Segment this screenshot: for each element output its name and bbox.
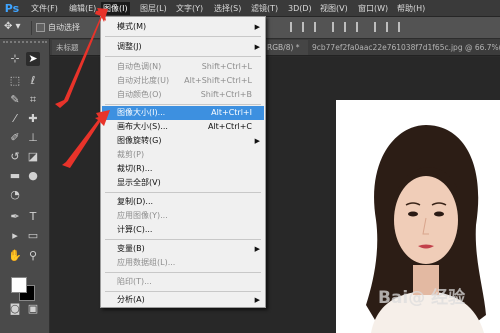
type-tool-icon[interactable]: T [26, 210, 40, 224]
quick-mask-icon[interactable]: ◙ [8, 302, 22, 316]
menu-item-adjustments[interactable]: 调整(J) ▶ [102, 40, 264, 54]
align-center-icon[interactable] [302, 22, 310, 32]
submenu-arrow-icon: ▶ [254, 137, 260, 145]
distribute-bottom-icon[interactable] [356, 22, 364, 32]
menu-item-image-rotation[interactable]: 图像旋转(G) ▶ [102, 134, 264, 148]
submenu-arrow-icon: ▶ [254, 43, 260, 51]
menu-help[interactable]: 帮助(H) [397, 2, 425, 15]
menu-divider [105, 36, 261, 37]
align-left-icon[interactable] [290, 22, 298, 32]
zoom-tool-icon[interactable]: ⚲ [26, 249, 40, 263]
screen-mode-icon[interactable]: ▣ [26, 302, 40, 316]
path-select-icon[interactable]: ▸ [8, 229, 22, 243]
marquee-tool-icon[interactable]: ⬚ [8, 74, 22, 88]
distribute-top-icon[interactable] [332, 22, 340, 32]
menu-item-auto-contrast: 自动对比度(U) Alt+Shift+Ctrl+L [117, 76, 252, 85]
healing-brush-icon[interactable]: ✚ [26, 112, 40, 126]
tab-untitled[interactable]: 未标题 [52, 40, 104, 55]
menu-divider [105, 56, 261, 57]
clone-stamp-icon[interactable]: ⊥ [26, 131, 40, 145]
menu-item-image-size[interactable]: 图像大小(I)... Alt+Ctrl+I [102, 106, 264, 120]
distribute-middle-icon[interactable] [344, 22, 352, 32]
menu-layer[interactable]: 图层(L) [140, 2, 167, 15]
menu-file[interactable]: 文件(F) [31, 2, 58, 15]
menu-image[interactable]: 图像(I) [101, 2, 130, 15]
move-tool-icon[interactable]: ➤ [26, 52, 40, 66]
distribute-horizontal-icon[interactable] [374, 22, 382, 32]
artboard-icon[interactable]: ⊹ [8, 52, 22, 66]
distribute-left-icon[interactable] [386, 22, 394, 32]
submenu-arrow-icon: ▶ [254, 296, 260, 304]
pen-tool-icon[interactable]: ✒ [8, 210, 22, 224]
move-tool-preset-icon[interactable]: ✥ ▾ [4, 21, 21, 32]
menu-item-calculations[interactable]: 计算(C)... [102, 223, 264, 237]
watermark-logo: Bai@ 经验 [378, 288, 466, 308]
menu-divider [105, 239, 261, 240]
menu-item-duplicate[interactable]: 复制(D)... [102, 195, 264, 209]
lasso-tool-icon[interactable]: ℓ [26, 74, 40, 88]
auto-select-label: 自动选择 [48, 23, 80, 32]
menu-item-auto-tone: 自动色调(N) Shift+Ctrl+L [117, 62, 252, 71]
distribute-right-icon[interactable] [398, 22, 406, 32]
menu-edit[interactable]: 编辑(E) [69, 2, 96, 15]
submenu-arrow-icon: ▶ [254, 245, 260, 253]
menu-item-crop: 裁剪(P) [117, 150, 145, 159]
menu-item-apply-data-set: 应用数据组(L)... [117, 258, 176, 267]
quick-select-icon[interactable]: ✎ [8, 93, 22, 107]
photoshop-logo: Ps [4, 2, 20, 15]
dodge-icon[interactable]: ◔ [8, 188, 22, 202]
menu-divider [105, 291, 261, 292]
brush-tool-icon[interactable]: ✐ [8, 131, 22, 145]
menu-type[interactable]: 文字(Y) [176, 2, 203, 15]
tools-panel-grip[interactable] [3, 41, 47, 49]
menu-select[interactable]: 选择(S) [214, 2, 241, 15]
eyedropper-icon[interactable]: ⁄ [8, 112, 22, 126]
foreground-color-swatch[interactable] [11, 277, 27, 293]
menu-item-trap: 陷印(T)... [117, 277, 152, 286]
menu-item-apply-image: 应用图像(Y)... [117, 211, 168, 220]
menu-item-mode[interactable]: 模式(M) ▶ [102, 20, 264, 34]
menu-item-analysis[interactable]: 分析(A) ▶ [102, 293, 264, 307]
eraser-icon[interactable]: ◪ [26, 150, 40, 164]
rectangle-tool-icon[interactable]: ▭ [26, 229, 40, 243]
image-menu-dropdown: 模式(M) ▶ 调整(J) ▶ 自动色调(N) Shift+Ctrl+L 自动对比度(… [100, 16, 266, 308]
hand-tool-icon[interactable]: ✋ [8, 249, 22, 263]
menu-3d[interactable]: 3D(D) [288, 2, 312, 15]
align-right-icon[interactable] [314, 22, 322, 32]
gradient-icon[interactable]: ▬ [8, 169, 22, 183]
menu-view[interactable]: 视图(V) [320, 2, 348, 15]
auto-select-checkbox[interactable] [36, 23, 45, 32]
menu-item-variables[interactable]: 变量(B) ▶ [102, 242, 264, 256]
blur-icon[interactable]: ● [26, 169, 40, 183]
menu-filter[interactable]: 滤镜(T) [251, 2, 278, 15]
menu-divider [105, 272, 261, 273]
menu-item-trim[interactable]: 裁切(R)... [102, 162, 264, 176]
tab-photo-document[interactable]: 9cb77ef2fa0aac22e761038f7d1f65c.jpg @ 66… [308, 40, 500, 55]
menu-divider [105, 192, 261, 193]
menu-item-reveal-all[interactable]: 显示全部(V) [102, 176, 264, 190]
crop-tool-icon[interactable]: ⌗ [26, 93, 40, 107]
options-divider [31, 21, 32, 35]
menu-item-auto-color: 自动颜色(O) Shift+Ctrl+B [117, 90, 252, 99]
menu-bar: Ps 文件(F) 编辑(E) 图像(I) 图层(L) 文字(Y) 选择(S) 滤… [0, 0, 500, 17]
tools-panel: ➤ ⊹ ⬚ ℓ ✎ ⌗ ⁄ ✚ ✐ ⊥ ↺ ◪ ▬ ● ◔ ✒ T ▸ ▭ ✋ … [0, 39, 50, 333]
menu-item-canvas-size[interactable]: 画布大小(S)... Alt+Ctrl+C [102, 120, 264, 134]
menu-divider [105, 104, 261, 105]
menu-window[interactable]: 窗口(W) [358, 2, 388, 15]
submenu-arrow-icon: ▶ [254, 23, 260, 31]
history-brush-icon[interactable]: ↺ [8, 150, 22, 164]
